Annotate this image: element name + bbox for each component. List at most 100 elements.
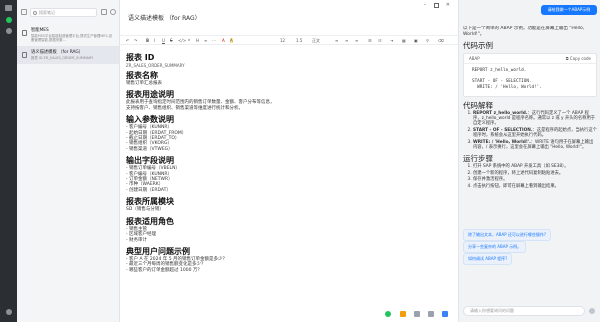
heading-select[interactable]: 正文 (312, 38, 320, 44)
numbered-list-icon[interactable]: ☷ (378, 38, 382, 43)
align-right-icon[interactable]: ≡ (355, 38, 358, 43)
user-icon[interactable] (5, 28, 12, 34)
section-user-questions: 典型用户问题示例 - 客户 A 在 2024 年 5 月的销售订单金额是多少？ … (126, 247, 446, 273)
section-heading: 报表用途说明 (126, 90, 174, 100)
explain-heading: 代码解释 (463, 100, 493, 110)
assistant-reply: 以下是一个简单的 ABAP 示例，功能是在屏幕上输出 "Hello, World… (463, 26, 597, 226)
bold-button[interactable]: B (146, 38, 149, 43)
code-language: ABAP (469, 56, 480, 62)
note-list-topbar: 搜索笔记 (17, 0, 119, 25)
clear-format-icon[interactable]: ⌫ (438, 38, 444, 43)
explain-key: REPORT z_hello_world. (473, 110, 528, 116)
minimize-icon[interactable]: – (424, 2, 427, 8)
redo-icon[interactable]: ↷ (134, 38, 137, 43)
code-block-header: ABAP ⧉ Copy code (464, 54, 596, 65)
note-item-rag-template[interactable]: 语义描述模板 （for RAG） 报表 ID ZR_SALES_ORDER_SU… (17, 46, 119, 65)
link-icon[interactable]: ⚲ (426, 38, 429, 43)
code-line: WRITE: / 'Hello, World!'. (472, 84, 542, 90)
heading-button[interactable]: H (196, 38, 199, 43)
copy-code-button[interactable]: ⧉ Copy code (566, 54, 591, 64)
explain-item: START - OF - SELECTION.：这是程序的起始点，当执行这个程序… (473, 128, 597, 139)
section-line: - 哪些客户的订单金额超过 1000 万？ (126, 267, 202, 273)
chat-input-placeholder: 请输入你想要询问的问题 (470, 308, 514, 313)
add-icon[interactable] (385, 311, 391, 317)
editor-bottombar (120, 307, 458, 322)
line-height-select[interactable]: 1.5 (296, 38, 302, 43)
explain-list: REPORT z_hello_world.：这行代码定义了一个 ABAP 程序，… (463, 111, 597, 151)
download-icon[interactable] (414, 311, 420, 317)
section-heading: 输入参数说明 (126, 115, 174, 125)
list-button[interactable]: ≡ (204, 38, 207, 43)
code-heading: 代码示例 (463, 41, 493, 51)
section-input-params: 输入参数说明 - 客户编号（KUNNR） - 起始日期（ERDAT_FROM） … (126, 115, 446, 152)
share-icon[interactable] (442, 311, 448, 317)
quote-button[interactable]: ❝ (188, 38, 190, 43)
highlight-button[interactable]: A (230, 38, 233, 43)
ai-chat-panel: 请给我做一个ABAP示例 以下是一个简单的 ABAP 示例，功能是在屏幕上输出 … (458, 0, 600, 322)
search-input[interactable]: 搜索笔记 (30, 8, 97, 17)
suggestion-chip[interactable]: 分享一些复杂的 ABAP 示例。 (463, 241, 527, 253)
align-left-icon[interactable]: ≡ (335, 38, 338, 43)
note-list-panel: 搜索笔记 智能MES 智能MES平台智能制造管理平台,提供生产管理MES,设备管… (17, 0, 120, 322)
note-icon (22, 51, 27, 58)
close-icon[interactable]: ✕ (446, 2, 450, 8)
suggestion-3[interactable]: 如何调试 ABAP 程序? (463, 253, 513, 265)
suggestion-1[interactable]: 除了输出文本，ABAP 还可以进行哪些操作? (463, 229, 552, 241)
sidebar-toggle-icon[interactable] (21, 9, 27, 15)
settings-icon[interactable] (5, 309, 12, 315)
more-button[interactable]: ⋯ (212, 38, 216, 43)
send-icon[interactable] (589, 308, 595, 314)
run-steps-list: 打开 SAP 系统中的 ABAP 开发工具（如 SE38）。 创建一个新的程序，… (463, 164, 597, 189)
note-title-field[interactable]: 语义描述模板 （for RAG） (128, 13, 201, 22)
section-heading: 输出字段说明 (126, 156, 174, 166)
align-center-icon[interactable]: ≡ (345, 38, 348, 43)
bullet-list-icon[interactable]: ☰ (368, 38, 372, 43)
note-preview: 报表 ID ZR_SALES_ORDER_SUMMARY (31, 55, 94, 60)
font-size-select[interactable]: 12 (280, 38, 285, 43)
search-placeholder: 搜索笔记 (39, 10, 55, 15)
underline-button[interactable]: U (162, 38, 165, 43)
explain-item: WRITE: / 'Hello, World!'.：WRITE 语句用于在屏幕上… (473, 140, 597, 151)
folder-icon[interactable] (400, 311, 406, 317)
section-heading: 报表适用角色 (126, 216, 174, 226)
document-body[interactable]: 报表 ID ZR_SALES_ORDER_SUMMARY 报表名称 销售订单汇总… (126, 53, 446, 307)
search-icon (33, 10, 37, 15)
run-step: 打开 SAP 系统中的 ABAP 开发工具（如 SE38）。 (473, 164, 597, 169)
suggestion-chip[interactable]: 除了输出文本，ABAP 还可以进行哪些操作? (463, 229, 552, 241)
code-block: ABAP ⧉ Copy code REPORT z_hello_world. S… (463, 53, 597, 97)
strike-button[interactable]: S (170, 38, 173, 43)
font-color-button[interactable]: A (222, 38, 225, 43)
ai-assistant-icon[interactable] (5, 17, 12, 23)
editor-panel: – ✕ 语义描述模板 （for RAG） ↶ ↷ B I U S </> ❝ H… (120, 0, 458, 322)
undo-icon[interactable]: ↶ (126, 38, 129, 43)
suggestion-chip[interactable]: 如何调试 ABAP 程序? (463, 253, 513, 265)
section-heading: 报表 ID (126, 53, 155, 62)
code-line: REPORT z_hello_world. (472, 68, 527, 74)
chat-input[interactable]: 请输入你想要询问的问题 (463, 306, 585, 316)
run-step: 创建一个新的程序，将上述代码复制粘贴进去。 (473, 171, 597, 176)
user-message: 请给我做一个ABAP示例 (541, 5, 597, 15)
new-note-icon[interactable] (101, 9, 107, 15)
code-content: REPORT z_hello_world. START - OF - SELEC… (464, 64, 596, 95)
section-heading: 报表所属模块 (126, 197, 174, 207)
note-item-mes[interactable]: 智能MES 智能MES平台智能制造管理平台,提供生产管理MES,设备管理智能,数… (17, 25, 119, 47)
section-heading: 报表名称 (126, 71, 158, 80)
code-button[interactable]: </> (178, 38, 186, 43)
explain-key: WRITE: / 'Hello, World!'. (473, 139, 531, 145)
section-report-name: 报表名称 销售订单汇总报表 (126, 71, 446, 86)
table-icon[interactable]: ▦ (402, 38, 406, 43)
suggestion-2[interactable]: 分享一些复杂的 ABAP 示例。 (463, 241, 527, 253)
app-rail (0, 0, 17, 322)
italic-button[interactable]: I (154, 38, 155, 43)
run-step: 保存并激活程序。 (473, 177, 597, 182)
print-icon[interactable] (428, 311, 434, 317)
note-preview: 智能MES平台智能制造管理平台,提供生产管理MES,设备管理智能,数据采集... (31, 34, 113, 43)
copy-code-label: Copy code (569, 56, 591, 62)
maximize-icon[interactable] (433, 2, 439, 8)
indent-icon[interactable]: ⇥ (390, 38, 393, 43)
image-icon[interactable]: ▣ (414, 38, 418, 43)
section-report-id: 报表 ID ZR_SALES_ORDER_SUMMARY (126, 53, 446, 68)
refresh-icon[interactable] (110, 9, 116, 15)
section-line: ZR_SALES_ORDER_SUMMARY (126, 63, 185, 68)
notes-icon[interactable] (5, 5, 12, 11)
